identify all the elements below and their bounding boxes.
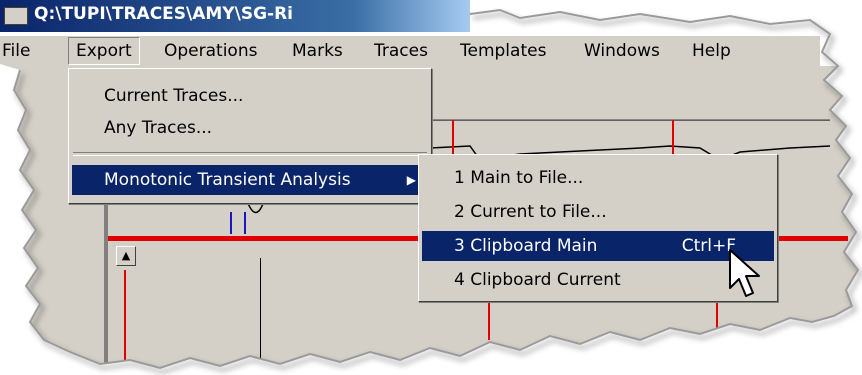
torn-paper-frame [0,0,862,375]
screenshot: Q:\TUPI\TRACES\AMY\SG-Ri File Export Ope… [0,0,862,375]
